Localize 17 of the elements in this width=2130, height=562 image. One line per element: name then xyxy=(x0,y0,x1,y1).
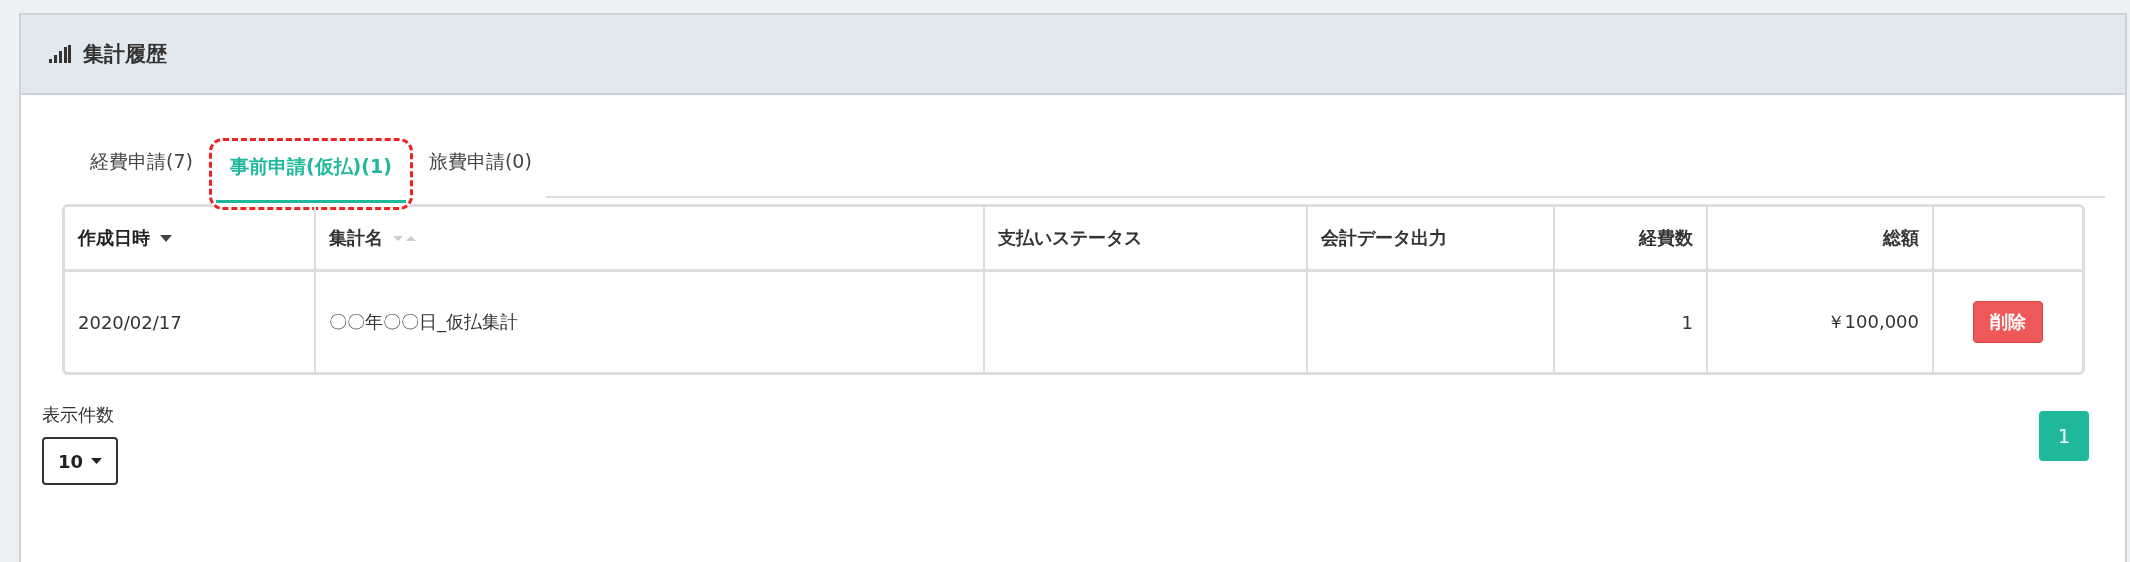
tab[interactable]: 旅費申請(0) xyxy=(414,142,546,198)
column-header[interactable]: 経費数 xyxy=(1639,226,1693,250)
caret-icon xyxy=(91,458,103,464)
panel-title: 集計履歴 xyxy=(83,41,167,68)
column-header[interactable]: 会計データ出力 xyxy=(1321,226,1447,250)
column-header[interactable]: 支払いステータス xyxy=(998,226,1142,250)
bar-chart-icon xyxy=(49,45,71,63)
page-size-dropdown[interactable]: 10 xyxy=(42,437,119,485)
column-header[interactable]: 集計名 xyxy=(329,226,383,250)
table-cell: ￥100,000 xyxy=(1826,310,1919,334)
table-cell: 2020/02/17 xyxy=(78,311,182,333)
page-size-label: 表示件数 xyxy=(42,403,114,427)
table-cell: 1 xyxy=(1681,311,1693,333)
tab[interactable]: 経費申請(7) xyxy=(76,142,207,198)
column-header[interactable]: 作成日時 xyxy=(78,226,150,250)
table-cell: 〇〇年〇〇日_仮払集計 xyxy=(329,310,518,334)
column-header[interactable]: 総額 xyxy=(1883,226,1919,250)
